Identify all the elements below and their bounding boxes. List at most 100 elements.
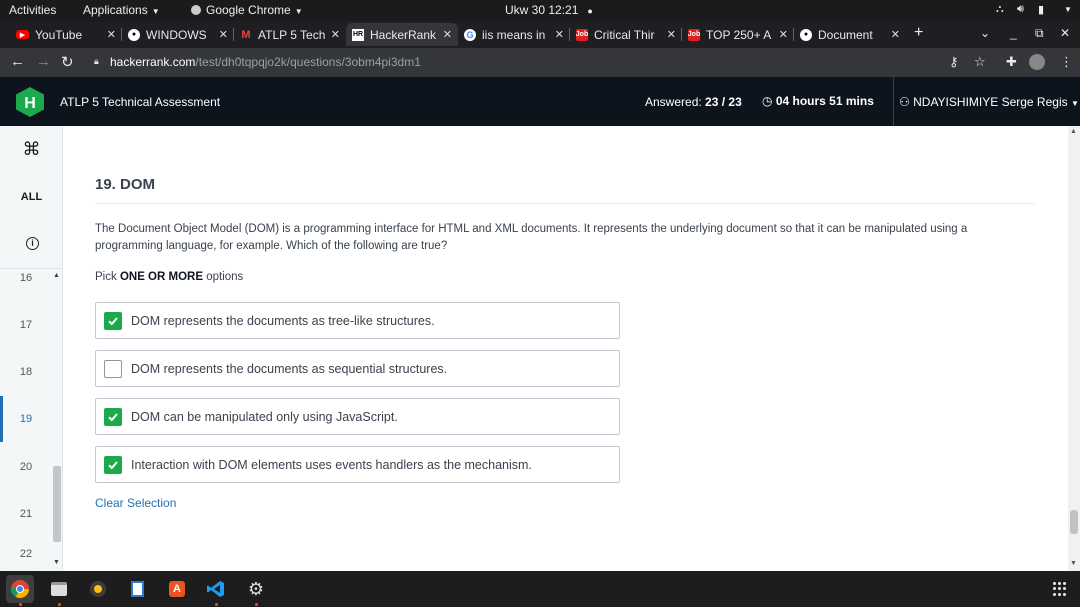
info-icon[interactable]: i — [26, 237, 39, 250]
page-scrollbar-thumb[interactable] — [1070, 510, 1078, 534]
user-icon: ⚇ — [899, 95, 910, 109]
activities-button[interactable]: Activities — [9, 3, 56, 17]
tab-document[interactable]: ● Document ✕ — [794, 23, 906, 46]
vscode-dock-icon[interactable] — [202, 575, 230, 603]
new-tab-button[interactable]: + — [914, 24, 923, 42]
question-nav-21[interactable]: 21 — [0, 491, 52, 537]
clear-selection-link[interactable]: Clear Selection — [95, 496, 176, 510]
lock-icon[interactable]: 🔒︎ — [94, 56, 99, 67]
system-menu-chevron-icon[interactable]: ▼ — [1064, 5, 1072, 14]
applications-menu[interactable]: Applications ▼ — [83, 3, 160, 17]
option-label: DOM can be manipulated only using JavaSc… — [131, 409, 398, 424]
option-1[interactable]: DOM represents the documents as tree-lik… — [95, 302, 620, 339]
kebab-menu-icon[interactable]: ⋮ — [1060, 54, 1073, 70]
question-navigator: ⌘ ALL i 16 17 18 19 20 21 22 ▲ ▼ — [0, 126, 63, 571]
tab-critical-thinking[interactable]: Job Critical Thir ✕ — [570, 23, 682, 46]
option-label: DOM represents the documents as tree-lik… — [131, 313, 435, 328]
running-indicator — [255, 603, 258, 606]
user-name: NDAYISHIMIYE Serge Regis — [913, 95, 1068, 109]
grid-dot — [1058, 592, 1061, 596]
profile-avatar-icon[interactable] — [1029, 54, 1045, 70]
extensions-icon[interactable]: ✚ — [1006, 54, 1017, 70]
address-input[interactable]: hackerrank.com/test/dh0tqpqjo2k/question… — [110, 55, 421, 69]
pick-instruction: Pick ONE OR MORE options — [95, 271, 243, 283]
document-icon — [130, 581, 144, 597]
close-icon[interactable]: ✕ — [107, 28, 116, 41]
active-app-menu[interactable]: Google Chrome ▼ — [191, 3, 303, 17]
command-icon[interactable]: ⌘ — [0, 139, 63, 160]
scroll-down-arrow-icon[interactable]: ▼ — [1070, 560, 1077, 567]
gear-icon: ⚙ — [247, 578, 265, 599]
question-nav-19[interactable]: 19 — [0, 396, 52, 442]
youtube-icon: ▶ — [16, 30, 29, 39]
files-dock-icon[interactable] — [45, 575, 73, 603]
checkbox-checked[interactable] — [104, 311, 122, 330]
running-indicator — [19, 603, 22, 606]
grid-dot — [1058, 582, 1061, 585]
software-dock-icon[interactable]: A — [163, 575, 191, 603]
key-icon[interactable]: ⚷ — [949, 54, 959, 70]
hackerrank-logo-icon[interactable]: H — [16, 87, 44, 117]
close-icon[interactable]: ✕ — [891, 28, 900, 41]
question-nav-16[interactable]: 16 — [0, 255, 52, 301]
github-icon: ● — [128, 28, 140, 41]
folder-icon — [51, 582, 67, 596]
close-icon[interactable]: ✕ — [443, 28, 452, 41]
minimize-icon[interactable]: _ — [1010, 26, 1017, 40]
rail-scrollbar-thumb[interactable] — [53, 466, 61, 542]
battery-icon[interactable]: ▮ — [1038, 3, 1044, 16]
tab-title: WINDOWS — [146, 27, 207, 42]
close-window-icon[interactable]: ✕ — [1060, 26, 1070, 40]
settings-dock-icon[interactable]: ⚙ — [242, 575, 270, 603]
option-label: Interaction with DOM elements uses event… — [131, 457, 532, 472]
volume-icon[interactable]: 🔊︎ — [1017, 3, 1024, 16]
close-icon[interactable]: ✕ — [555, 28, 564, 41]
question-text: The Document Object Model (DOM) is a pro… — [95, 223, 968, 252]
option-3[interactable]: DOM can be manipulated only using JavaSc… — [95, 398, 620, 435]
music-icon — [90, 581, 106, 597]
reload-icon[interactable]: ↻ — [61, 53, 74, 71]
network-icon[interactable]: ⛬ — [996, 3, 1004, 16]
option-2[interactable]: DOM represents the documents as sequenti… — [95, 350, 620, 387]
back-arrow-icon[interactable]: ← — [10, 53, 25, 70]
clock[interactable]: Ukw 30 12:21 ● — [505, 3, 593, 17]
hackerrank-header: H ATLP 5 Technical Assessment Answered: … — [0, 77, 1080, 126]
checkbox-checked[interactable] — [104, 455, 122, 474]
question-nav-18[interactable]: 18 — [0, 349, 52, 395]
scroll-up-arrow-icon[interactable]: ▲ — [53, 272, 60, 279]
show-applications-icon[interactable] — [1053, 582, 1067, 596]
star-icon[interactable]: ☆ — [974, 54, 986, 70]
scroll-down-arrow-icon[interactable]: ▼ — [53, 559, 60, 566]
checkbox-unchecked[interactable] — [104, 359, 122, 378]
tab-windows[interactable]: ● WINDOWS ✕ — [122, 23, 234, 46]
tab-youtube[interactable]: ▶ YouTube ✕ — [10, 23, 122, 46]
question-title: 19. DOM — [95, 176, 156, 193]
question-nav-22[interactable]: 22 — [0, 539, 52, 569]
checkbox-checked[interactable] — [104, 407, 122, 426]
close-icon[interactable]: ✕ — [331, 28, 340, 41]
scroll-up-arrow-icon[interactable]: ▲ — [1070, 128, 1077, 135]
forward-arrow-icon[interactable]: → — [36, 53, 51, 70]
rhythmbox-dock-icon[interactable] — [84, 575, 112, 603]
all-questions-button[interactable]: ALL — [0, 191, 63, 203]
option-label: DOM represents the documents as sequenti… — [131, 361, 448, 376]
page-scrollbar[interactable]: ▲ ▼ — [1068, 126, 1080, 571]
tab-title: iis means in — [482, 27, 546, 42]
writer-dock-icon[interactable] — [123, 575, 151, 603]
tab-google-search[interactable]: G iis means in ✕ — [458, 23, 570, 46]
question-nav-20[interactable]: 20 — [0, 444, 52, 490]
tab-atlp-gmail[interactable]: M ATLP 5 Tech ✕ — [234, 23, 346, 46]
running-indicator — [58, 603, 61, 606]
tab-top-250[interactable]: Job TOP 250+ A ✕ — [682, 23, 794, 46]
question-nav-17[interactable]: 17 — [0, 302, 52, 348]
chevron-down-icon: ▼ — [151, 7, 160, 16]
chrome-dock-icon[interactable] — [6, 575, 34, 603]
user-menu[interactable]: ⚇ NDAYISHIMIYE Serge Regis ▼ — [899, 95, 1079, 109]
restore-icon[interactable]: ⧉ — [1035, 26, 1044, 41]
tab-hackerrank[interactable]: HR HackerRank ✕ — [346, 23, 458, 46]
close-icon[interactable]: ✕ — [667, 28, 676, 41]
close-icon[interactable]: ✕ — [779, 28, 788, 41]
option-4[interactable]: Interaction with DOM elements uses event… — [95, 446, 620, 483]
tab-search-icon[interactable]: ⌄ — [980, 26, 990, 40]
close-icon[interactable]: ✕ — [219, 28, 228, 41]
